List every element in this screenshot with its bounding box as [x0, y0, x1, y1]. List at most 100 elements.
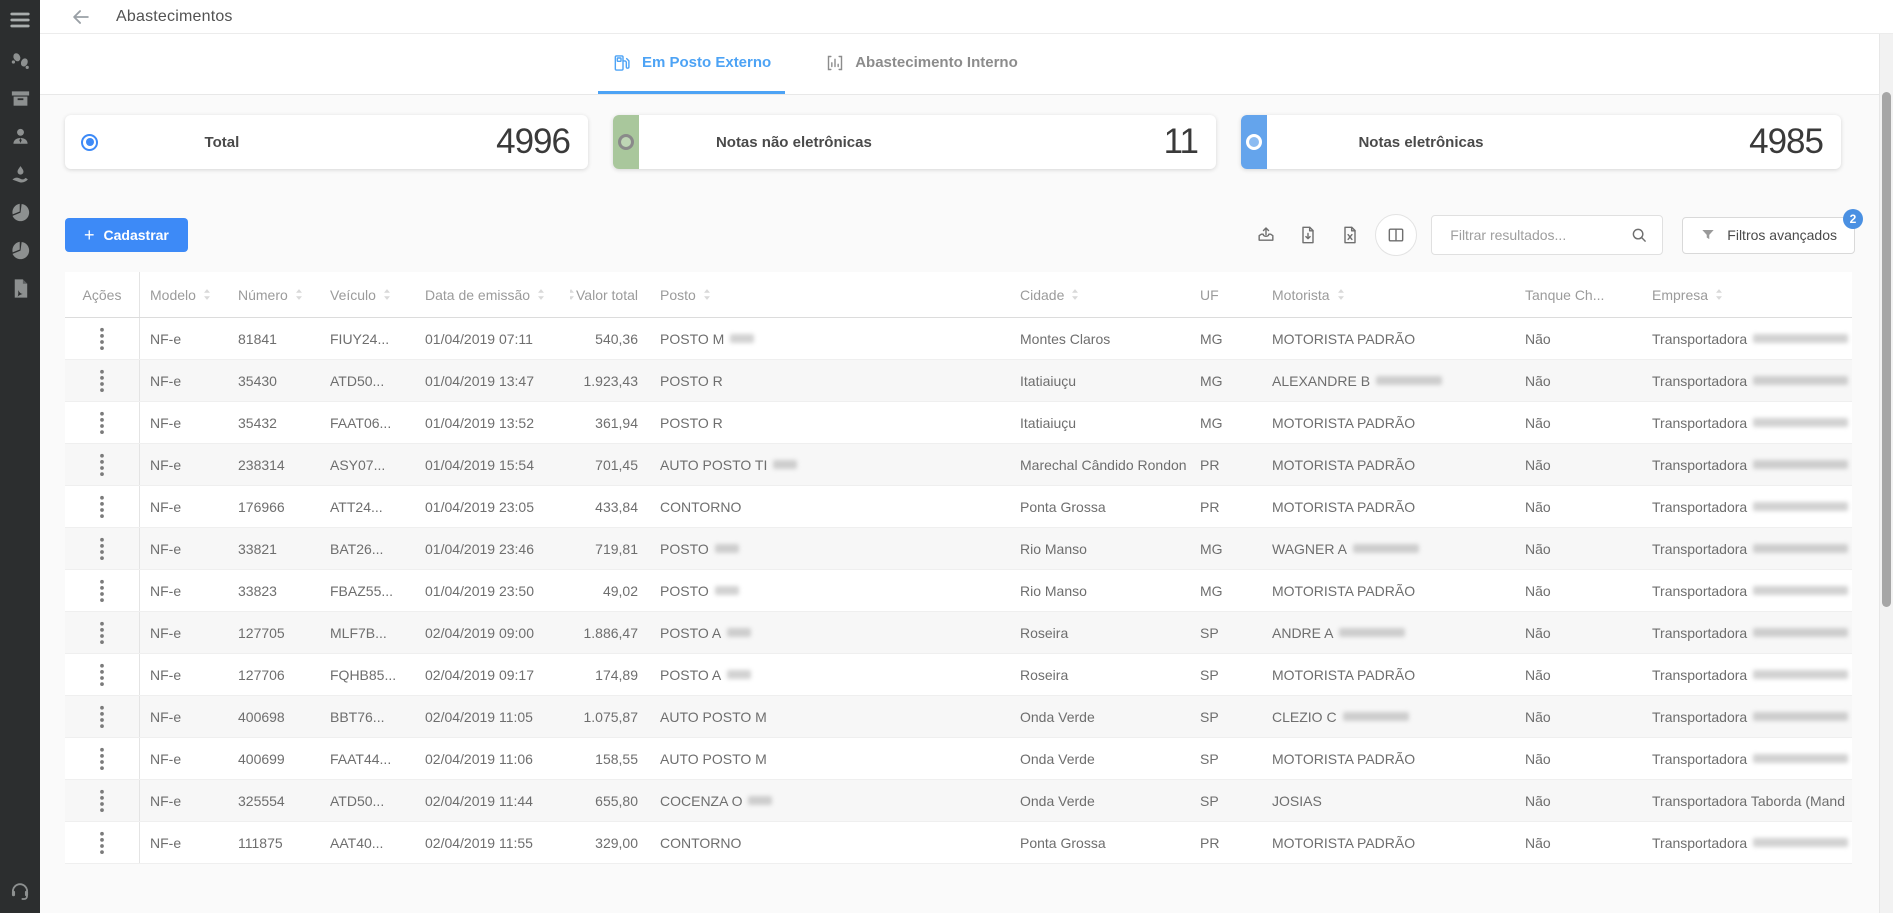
sidebar-item-pie-chart-1[interactable] [9, 201, 32, 224]
redacted-text [715, 544, 739, 553]
column-header-data[interactable]: Data de emissão [415, 272, 570, 317]
search-input[interactable] [1448, 226, 1630, 244]
row-actions-button[interactable] [94, 494, 110, 520]
row-actions-button[interactable] [94, 788, 110, 814]
export-excel-button[interactable] [1333, 218, 1367, 252]
row-actions-button[interactable] [94, 452, 110, 478]
row-actions-button[interactable] [94, 578, 110, 604]
cell-data: 02/04/2019 09:00 [415, 612, 570, 653]
card-notas-nao-eletronicas[interactable]: Notas não eletrônicas11 [613, 115, 1216, 169]
cell-modelo: NF-e [140, 486, 228, 527]
row-actions-button[interactable] [94, 326, 110, 352]
table-row: NF-e400698BBT76...02/04/2019 11:051.075,… [65, 696, 1852, 738]
row-actions-button[interactable] [94, 662, 110, 688]
cell-motorista: JOSIAS [1262, 780, 1515, 821]
cell-numero: 127705 [228, 612, 320, 653]
column-header-valor[interactable]: Valor total [570, 272, 650, 317]
scrollbar-track[interactable] [1879, 34, 1893, 913]
cell-tanque: Não [1515, 402, 1642, 443]
cell-uf: MG [1190, 402, 1262, 443]
cell-data: 02/04/2019 11:55 [415, 822, 570, 863]
data-table: AçõesModeloNúmero Veículo Data de emissão V… [65, 272, 1852, 864]
column-header-posto[interactable]: Posto [650, 272, 1010, 317]
radio-checked-icon[interactable] [81, 134, 98, 151]
cell-motorista: MOTORISTA PADRÃO [1262, 486, 1515, 527]
cell-veiculo: ATD50... [320, 360, 415, 401]
sidebar [0, 0, 40, 913]
export-upload-button[interactable] [1249, 218, 1283, 252]
cell-posto: POSTO R [650, 360, 1010, 401]
column-header-motorista[interactable]: Motorista [1262, 272, 1515, 317]
sidebar-item-footprints[interactable] [9, 49, 32, 72]
cell-valor: 701,45 [570, 444, 650, 485]
person-icon [9, 125, 32, 148]
column-label: Valor total [576, 287, 638, 303]
cell-cidade: Rio Manso [1010, 570, 1190, 611]
card-label: Total [205, 134, 240, 151]
cell-tanque: Não [1515, 528, 1642, 569]
cell-motorista: MOTORISTA PADRÃO [1262, 822, 1515, 863]
radio-unchecked-icon[interactable] [1246, 134, 1262, 150]
export-file-download-button[interactable] [1291, 218, 1325, 252]
main-content: Total4996 Notas não eletrônicas11 Notas el… [40, 95, 1893, 913]
card-value: 4985 [1749, 122, 1823, 162]
tab-em-posto-externo[interactable]: Em Posto Externo [598, 34, 785, 94]
cell-empresa: Transportadora [1642, 402, 1852, 443]
column-label: Veículo [330, 287, 376, 303]
tab-abastecimento-interno[interactable]: Abastecimento Interno [811, 34, 1032, 94]
tab-label: Abastecimento Interno [855, 54, 1018, 71]
redacted-text [1753, 544, 1848, 553]
pie-chart-icon [9, 239, 32, 262]
column-header-empresa[interactable]: Empresa [1642, 272, 1852, 317]
row-actions-button[interactable] [94, 620, 110, 646]
columns-toggle-button[interactable] [1375, 214, 1417, 256]
archive-box-icon [9, 87, 32, 110]
row-actions-button[interactable] [94, 704, 110, 730]
sidebar-item-archive-box[interactable] [9, 87, 32, 110]
column-header-numero[interactable]: Número [228, 272, 320, 317]
sidebar-item-pie-chart-2[interactable] [9, 239, 32, 262]
sidebar-item-hand-drop[interactable] [9, 163, 32, 186]
cell-cidade: Ponta Grossa [1010, 822, 1190, 863]
search-box[interactable] [1431, 215, 1663, 255]
cell-veiculo: FQHB85... [320, 654, 415, 695]
row-actions-button[interactable] [94, 410, 110, 436]
cell-motorista: MOTORISTA PADRÃO [1262, 570, 1515, 611]
cell-valor: 433,84 [570, 486, 650, 527]
cell-tanque: Não [1515, 570, 1642, 611]
menu-toggle-button[interactable] [8, 9, 32, 31]
column-header-cidade[interactable]: Cidade [1010, 272, 1190, 317]
radio-unchecked-icon[interactable] [618, 134, 634, 150]
cell-modelo: NF-e [140, 612, 228, 653]
search-icon[interactable] [1630, 226, 1648, 244]
back-button[interactable] [70, 6, 92, 28]
cell-posto: POSTO R [650, 402, 1010, 443]
row-actions-button[interactable] [94, 368, 110, 394]
cell-motorista: MOTORISTA PADRÃO [1262, 654, 1515, 695]
cell-veiculo: BAT26... [320, 528, 415, 569]
column-header-acoes: Ações [65, 272, 140, 317]
cell-valor: 719,81 [570, 528, 650, 569]
row-actions-button[interactable] [94, 830, 110, 856]
card-notas-eletronicas[interactable]: Notas eletrônicas 4985 [1241, 115, 1841, 169]
row-actions-button[interactable] [94, 746, 110, 772]
cell-numero: 400699 [228, 738, 320, 779]
sidebar-item-person[interactable] [9, 125, 32, 148]
cadastrar-button[interactable]: + Cadastrar [65, 218, 188, 252]
card-label: Notas não eletrônicas [716, 134, 872, 151]
row-actions-button[interactable] [94, 536, 110, 562]
column-header-veiculo[interactable]: Veículo [320, 272, 415, 317]
scrollbar-thumb[interactable] [1882, 92, 1891, 607]
cell-empresa: Transportadora [1642, 360, 1852, 401]
card-label: Notas eletrônicas [1358, 134, 1483, 151]
table-row: NF-e81841FIUY24...01/04/2019 07:11540,36… [65, 318, 1852, 360]
summary-cards: Total4996 Notas não eletrônicas11 Notas el… [65, 115, 1841, 169]
sidebar-item-pdf-file[interactable] [9, 277, 32, 300]
cell-tanque: Não [1515, 822, 1642, 863]
column-header-modelo[interactable]: Modelo [140, 272, 228, 317]
sidebar-item-support[interactable] [9, 879, 31, 901]
advanced-filters-button[interactable]: Filtros avançados 2 [1682, 217, 1855, 254]
redacted-text [1753, 376, 1848, 385]
card-total[interactable]: Total4996 [65, 115, 588, 169]
redacted-text [1353, 544, 1419, 553]
